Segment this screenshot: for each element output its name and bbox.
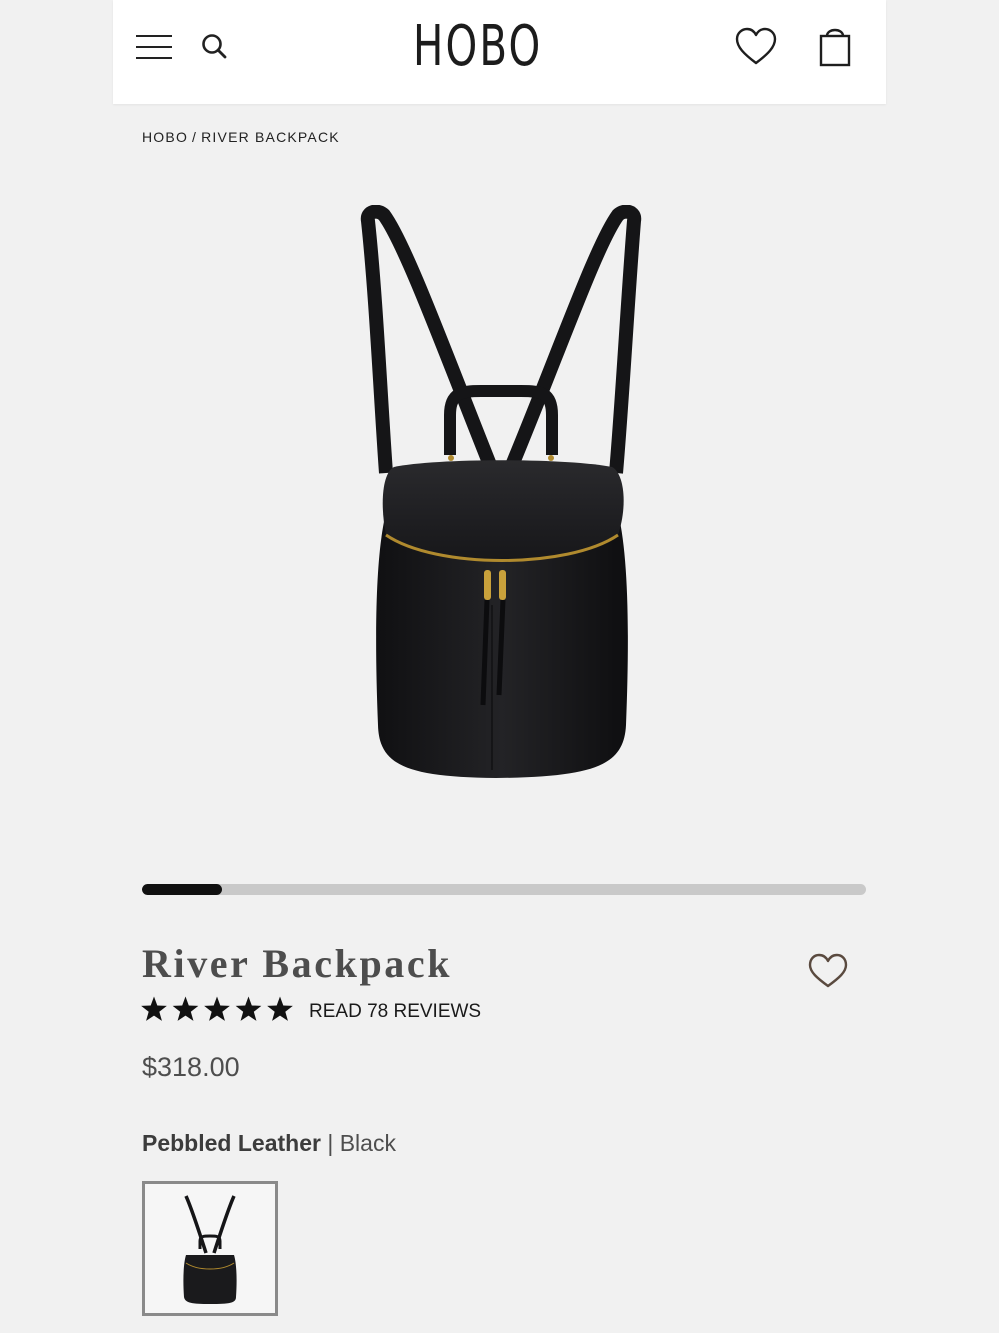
breadcrumb-home-link[interactable]: HOBO	[142, 129, 188, 145]
star-icon	[235, 996, 262, 1021]
breadcrumb: HOBO / RIVER BACKPACK	[142, 129, 340, 147]
product-title: River Backpack	[142, 941, 453, 986]
breadcrumb-separator: /	[192, 129, 198, 145]
color-swatch-black[interactable]	[142, 1181, 278, 1316]
star-icon	[172, 996, 199, 1021]
selected-color: Black	[339, 1130, 396, 1156]
material-separator: |	[320, 1130, 340, 1156]
site-logo[interactable]: HOBO	[413, 14, 540, 80]
star-icon	[267, 996, 293, 1021]
site-header: HOBO	[113, 0, 886, 104]
shopping-bag-icon[interactable]	[817, 26, 853, 68]
menu-icon[interactable]	[136, 33, 172, 61]
product-price: $318.00	[142, 1052, 240, 1082]
breadcrumb-current: RIVER BACKPACK	[201, 129, 340, 145]
gallery-progress-bar[interactable]	[142, 884, 866, 895]
read-reviews-link[interactable]: READ 78 REVIEWS	[309, 1001, 481, 1025]
heart-icon[interactable]	[735, 26, 777, 68]
search-icon[interactable]	[200, 32, 228, 60]
gallery-progress-fill	[142, 884, 222, 895]
add-to-wishlist-heart-icon[interactable]	[808, 953, 848, 989]
star-icon	[141, 996, 167, 1021]
product-image[interactable]	[346, 205, 656, 795]
rating-stars	[141, 996, 293, 1021]
product-page: HOBO HOBO / RIVER BACKPACK River Backpac…	[113, 0, 886, 1333]
star-icon	[204, 996, 230, 1021]
material-name: Pebbled Leather	[142, 1130, 321, 1156]
swatch-thumbnail-image	[183, 1195, 237, 1304]
material-color-label: Pebbled Leather | Black	[142, 1130, 396, 1158]
